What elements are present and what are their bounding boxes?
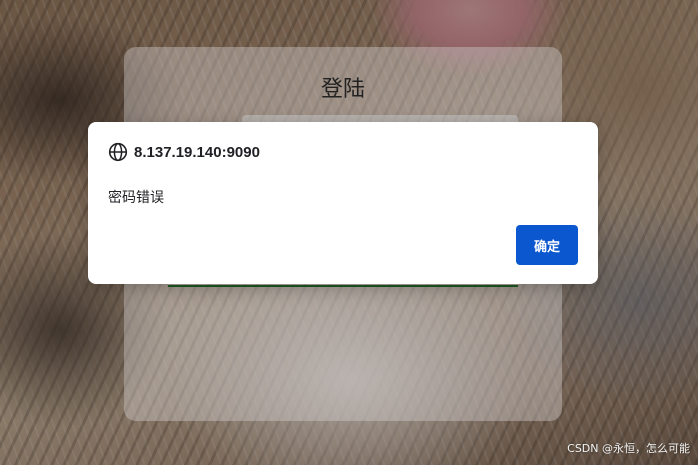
dialog-message: 密码错误 xyxy=(108,190,164,206)
ok-button[interactable]: 确定 xyxy=(516,225,578,265)
watermark: CSDN @永恒，怎么可能 xyxy=(567,442,690,455)
dialog-origin: 8.137.19.140:9090 xyxy=(134,143,260,161)
login-title: 登陆 xyxy=(320,77,365,102)
page: 登陆 8.137.19.140:9090 密码错误 确定 CSDN @永恒，怎么… xyxy=(0,0,698,465)
alert-dialog: 8.137.19.140:9090 密码错误 确定 xyxy=(88,122,598,284)
dialog-header: 8.137.19.140:9090 xyxy=(108,142,260,162)
globe-icon xyxy=(108,142,128,162)
